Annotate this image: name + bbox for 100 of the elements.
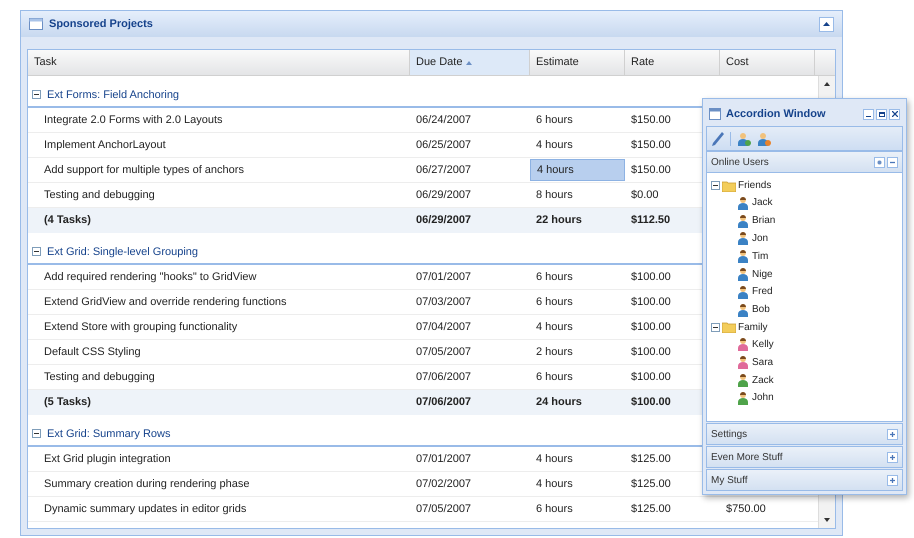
table-cell-text: Testing and debugging [44,370,155,385]
expand-icon[interactable] [887,452,898,462]
tree-node[interactable]: Nige [752,266,773,282]
table-cell-text: 24 hours [536,395,582,410]
folder-icon [722,321,736,334]
table-cell-text: Extend GridView and override rendering functions [44,294,287,310]
table-cell[interactable]: 6 hours [530,498,625,520]
remove-user-icon[interactable] [757,132,771,146]
table-cell-text: 07/06/2007 [416,395,472,410]
group-title: Ext Grid: Summary Rows [47,426,170,442]
tree-node[interactable]: Brian [752,213,776,228]
table-cell-text: $100.00 [631,294,671,310]
table-cell[interactable]: 6 hours [530,109,625,131]
table-cell-text: Extend Store with grouping functionality [44,320,238,335]
table-cell-text: $112.50 [631,213,670,228]
accordion-header[interactable]: My Stuff [706,469,903,491]
tree-node[interactable]: Sara [752,354,774,370]
table-cell[interactable]: 4 hours [530,159,625,181]
table-cell-text: 06/25/2007 [416,138,472,153]
table-cell-text: $0.00 [631,188,659,203]
collapse-icon[interactable] [711,322,720,332]
table-cell-text: $150.00 [631,138,671,153]
column-header[interactable]: Due Date [410,50,530,75]
table-cell-text: $100.00 [631,344,671,360]
grid-icon [29,18,43,30]
accordion-header[interactable]: Even More Stuff [706,446,903,468]
table-cell-text: Add support for multiple types of anchors [44,162,244,178]
tree-node[interactable]: Family [738,320,768,335]
expand-icon[interactable] [887,428,898,440]
table-cell-text: 07/05/2007 [416,502,472,517]
folder-icon [722,180,736,192]
table-cell[interactable]: 4 hours [530,316,625,338]
group-title: Ext Grid: Single-level Grouping [47,244,198,260]
tree-node[interactable]: Fred [752,284,773,300]
minimize-button[interactable] [863,108,874,120]
table-cell-text: Default CSS Styling [44,344,141,360]
group-title: Ext Forms: Field Anchoring [47,88,180,102]
table-cell-text: Summary creation during rendering phase [44,476,250,492]
column-header[interactable]: Estimate [530,50,625,75]
tree-node[interactable]: Kelly [752,336,774,352]
table-cell[interactable]: 6 hours [530,366,625,388]
tree-node[interactable]: Friends [738,178,772,193]
table-cell-text: $100.00 [631,370,671,385]
table-cell-text: 07/02/2007 [416,476,472,492]
table-cell-text: Ext Grid plugin integration [44,452,171,467]
table-cell-text: Implement AnchorLayout [44,138,166,153]
accordion-header[interactable]: Settings [706,423,903,445]
table-cell[interactable]: 2 hours [530,341,625,363]
collapse-icon[interactable] [711,181,720,190]
table-cell-text: $150.00 [631,162,671,178]
table-cell[interactable]: 4 hours [530,134,625,156]
pen-icon[interactable] [712,132,724,146]
table-cell[interactable]: 4 hours [530,448,625,470]
table-cell-text: Dynamic summary updates in editor grids [44,502,246,517]
table-cell-text: $100.00 [631,395,671,410]
table-cell-text: 07/04/2007 [416,320,472,335]
collapse-icon[interactable] [32,247,41,256]
table-cell-text: 06/29/2007 [416,188,472,203]
table-cell[interactable]: 6 hours [530,266,625,288]
accordion-header[interactable]: Online Users [706,151,903,173]
table-cell-text: (5 Tasks) [44,395,91,410]
table-cell-text: Add required rendering "hooks" to GridView [44,270,256,285]
tree-node[interactable]: Jack [752,195,773,210]
table-cell-text: $100.00 [631,270,671,285]
column-header[interactable]: Rate [625,50,720,75]
expand-icon[interactable] [887,474,898,486]
pin-icon[interactable] [874,156,885,168]
column-header[interactable]: Cost [720,50,815,75]
add-user-icon[interactable] [737,132,751,146]
window-icon [709,108,721,120]
tree-node[interactable]: Zack [752,372,774,388]
table-cell[interactable]: 4 hours [530,473,625,495]
table-cell-text: $100.00 [631,320,671,335]
window-title: Accordion Window [726,106,826,122]
table-cell-text: $750.00 [726,502,766,517]
sort-ascending-icon [466,60,472,64]
tree-node[interactable]: Tim [752,248,768,264]
table-cell-text: (4 Tasks) [44,213,91,228]
table-cell-text: Integrate 2.0 Forms with 2.0 Layouts [44,112,223,128]
table-cell-text: $150.00 [631,112,671,128]
collapse-button[interactable] [819,16,834,32]
tree-node[interactable]: Jon [752,230,768,246]
table-cell-text: 07/06/2007 [416,370,472,385]
close-icon [892,111,898,117]
table-cell-text: 06/24/2007 [416,112,472,128]
tree-node[interactable]: Bob [752,302,770,318]
collapse-icon[interactable] [32,90,41,100]
table-cell-text: 06/29/2007 [416,213,472,228]
collapse-icon[interactable] [32,429,41,438]
table-cell-text: $125.00 [631,452,671,467]
caret-icon [823,22,830,26]
table-cell-text: $125.00 [631,476,671,492]
maximize-button[interactable] [876,108,887,120]
tree-node[interactable]: John [752,390,774,406]
table-cell[interactable]: 6 hours [530,291,625,313]
table-cell-text: Testing and debugging [44,188,155,203]
table-cell-text: $125.00 [631,502,671,517]
table-cell-text: 06/27/2007 [416,162,472,178]
close-button[interactable] [889,108,900,120]
table-cell[interactable]: 8 hours [530,184,625,206]
